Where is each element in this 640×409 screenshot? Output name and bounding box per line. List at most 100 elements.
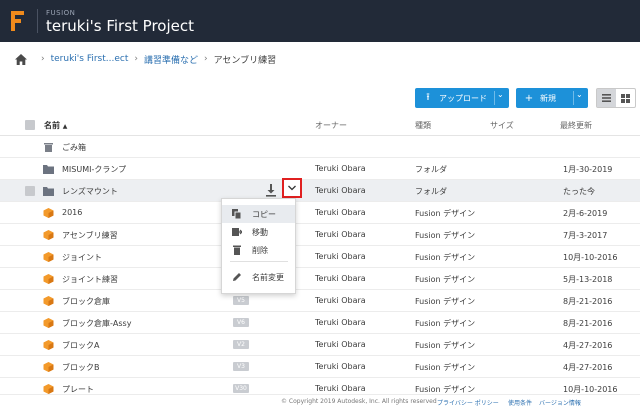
column-header-size[interactable]: サイズ bbox=[490, 120, 514, 131]
chevron-right-icon: › bbox=[134, 54, 138, 64]
row-type: Fusion デザイン bbox=[415, 297, 476, 306]
trash-label: ごみ箱 bbox=[62, 143, 86, 152]
row-owner: Teruki Obara bbox=[315, 208, 366, 217]
design-cube-icon bbox=[43, 208, 54, 218]
table-row[interactable]: ブロック倉庫 V5 Teruki Obara Fusion デザイン 8月-21… bbox=[0, 290, 640, 312]
version-badge[interactable]: V3 bbox=[233, 362, 249, 371]
row-owner: Teruki Obara bbox=[315, 318, 366, 327]
breadcrumb-item-current: アセンブリ練習 bbox=[213, 55, 277, 66]
trash-icon bbox=[233, 245, 241, 255]
row-name[interactable]: プレート bbox=[62, 384, 94, 395]
row-type: Fusion デザイン bbox=[415, 385, 476, 394]
row-checkbox[interactable] bbox=[25, 186, 35, 196]
breadcrumb-item-folder[interactable]: 講習準備など bbox=[144, 53, 198, 66]
table-header: 名前 ▲ オーナー 種類 サイズ 最終更新 bbox=[0, 114, 640, 136]
menu-item-label: 移動 bbox=[252, 227, 268, 237]
grid-view-icon[interactable] bbox=[616, 89, 635, 107]
table-row[interactable]: MISUMI-クランプ Teruki Obara フォルダ 1月-30-2019 bbox=[0, 158, 640, 180]
select-all-checkbox[interactable] bbox=[25, 120, 35, 130]
row-name[interactable]: ブロックB bbox=[62, 362, 100, 373]
table-row[interactable]: ジョイント Teruki Obara Fusion デザイン 10月-10-20… bbox=[0, 246, 640, 268]
header-divider bbox=[37, 9, 38, 33]
list-view-icon[interactable] bbox=[597, 89, 616, 107]
column-header-owner[interactable]: オーナー bbox=[315, 120, 347, 131]
design-cube-icon bbox=[43, 384, 54, 394]
column-header-name[interactable]: 名前 ▲ bbox=[44, 120, 67, 131]
row-name[interactable]: ブロック倉庫-Assy bbox=[62, 318, 131, 329]
row-name[interactable]: ブロックA bbox=[62, 340, 99, 351]
design-cube-icon bbox=[43, 362, 54, 372]
design-cube-icon bbox=[43, 230, 54, 240]
column-header-type[interactable]: 種類 bbox=[415, 120, 431, 131]
plus-icon: + bbox=[524, 92, 534, 104]
menu-item-copy[interactable]: コピー bbox=[222, 205, 295, 223]
trash-row[interactable]: ごみ箱 bbox=[0, 136, 640, 158]
breadcrumb-item-project[interactable]: teruki's First...ect bbox=[51, 54, 129, 64]
row-type: フォルダ bbox=[415, 187, 447, 196]
row-updated: 2月-6-2019 bbox=[563, 209, 608, 218]
row-type: Fusion デザイン bbox=[415, 209, 476, 218]
row-name[interactable]: ジョイント bbox=[62, 252, 102, 263]
table-row[interactable]: ジョイント練習 Teruki Obara Fusion デザイン 5月-13-2… bbox=[0, 268, 640, 290]
row-owner: Teruki Obara bbox=[315, 274, 366, 283]
menu-item-rename[interactable]: 名前変更 bbox=[222, 268, 295, 286]
fusion-logo-icon[interactable] bbox=[11, 11, 25, 31]
privacy-policy-link[interactable]: プライバシー ポリシー bbox=[437, 398, 499, 407]
row-owner: Teruki Obara bbox=[315, 164, 366, 173]
menu-item-label: 名前変更 bbox=[252, 272, 284, 282]
row-name[interactable]: ジョイント練習 bbox=[62, 274, 118, 285]
column-header-updated[interactable]: 最終更新 bbox=[560, 120, 592, 131]
row-type: Fusion デザイン bbox=[415, 253, 476, 262]
row-name[interactable]: MISUMI-クランプ bbox=[62, 164, 126, 175]
version-badge[interactable]: V2 bbox=[233, 340, 249, 349]
table-row[interactable]: プレート V30 Teruki Obara Fusion デザイン 10月-10… bbox=[0, 378, 640, 395]
row-owner: Teruki Obara bbox=[315, 252, 366, 261]
folder-icon bbox=[43, 187, 54, 196]
version-badge[interactable]: V30 bbox=[233, 384, 249, 393]
table-row[interactable]: ブロックB V3 Teruki Obara Fusion デザイン 4月-27-… bbox=[0, 356, 640, 378]
home-icon[interactable] bbox=[15, 53, 27, 65]
row-updated: 8月-21-2016 bbox=[563, 319, 613, 328]
move-icon bbox=[232, 228, 242, 236]
chevron-down-icon[interactable]: ⌄ bbox=[576, 90, 583, 99]
table-row[interactable]: アセンブリ練習 Teruki Obara Fusion デザイン 7月-3-20… bbox=[0, 224, 640, 246]
project-title[interactable]: teruki's First Project bbox=[46, 17, 194, 35]
table-row[interactable]: 2016 Teruki Obara Fusion デザイン 2月-6-2019 bbox=[0, 202, 640, 224]
new-label: 新規 bbox=[540, 93, 556, 103]
row-name[interactable]: レンズマウント bbox=[62, 186, 118, 197]
table-row[interactable]: レンズマウント Teruki Obara フォルダ たった今 bbox=[0, 180, 640, 202]
row-name[interactable]: 2016 bbox=[62, 208, 82, 217]
version-badge[interactable]: V5 bbox=[233, 296, 249, 305]
row-type: Fusion デザイン bbox=[415, 231, 476, 240]
row-actions-button[interactable] bbox=[282, 178, 302, 198]
chevron-right-icon: › bbox=[41, 54, 45, 64]
breadcrumb: › teruki's First...ect › 講習準備など › アセンブリ練… bbox=[15, 52, 276, 66]
menu-item-move[interactable]: 移動 bbox=[222, 223, 295, 241]
view-toggle bbox=[596, 88, 636, 108]
table-row[interactable]: ブロック倉庫-Assy V6 Teruki Obara Fusion デザイン … bbox=[0, 312, 640, 334]
design-cube-icon bbox=[43, 318, 54, 328]
row-name[interactable]: ブロック倉庫 bbox=[62, 296, 110, 307]
table-row[interactable]: ブロックA V2 Teruki Obara Fusion デザイン 4月-27-… bbox=[0, 334, 640, 356]
row-owner: Teruki Obara bbox=[315, 340, 366, 349]
upload-button[interactable]: ⭱ アップロード ⌄ bbox=[415, 88, 509, 108]
menu-item-delete[interactable]: 削除 bbox=[222, 241, 295, 259]
row-name[interactable]: アセンブリ練習 bbox=[62, 230, 118, 241]
row-updated: 10月-10-2016 bbox=[563, 253, 618, 262]
row-owner: Teruki Obara bbox=[315, 230, 366, 239]
row-updated: 10月-10-2016 bbox=[563, 385, 618, 394]
version-info-link[interactable]: バージョン情報 bbox=[539, 398, 581, 407]
terms-link[interactable]: 使用条件 bbox=[508, 398, 532, 407]
new-button[interactable]: + 新規 ⌄ bbox=[516, 88, 588, 108]
upload-icon: ⭱ bbox=[426, 91, 430, 103]
top-bar: FUSION teruki's First Project bbox=[0, 0, 640, 42]
chevron-down-icon[interactable]: ⌄ bbox=[497, 90, 504, 99]
pencil-icon bbox=[233, 273, 241, 281]
sort-ascending-icon: ▲ bbox=[62, 123, 68, 130]
download-icon[interactable] bbox=[265, 184, 277, 197]
copy-icon bbox=[232, 209, 242, 219]
version-badge[interactable]: V6 bbox=[233, 318, 249, 327]
folder-icon bbox=[43, 165, 54, 174]
upload-label: アップロード bbox=[439, 93, 487, 103]
row-updated: 8月-21-2016 bbox=[563, 297, 613, 306]
